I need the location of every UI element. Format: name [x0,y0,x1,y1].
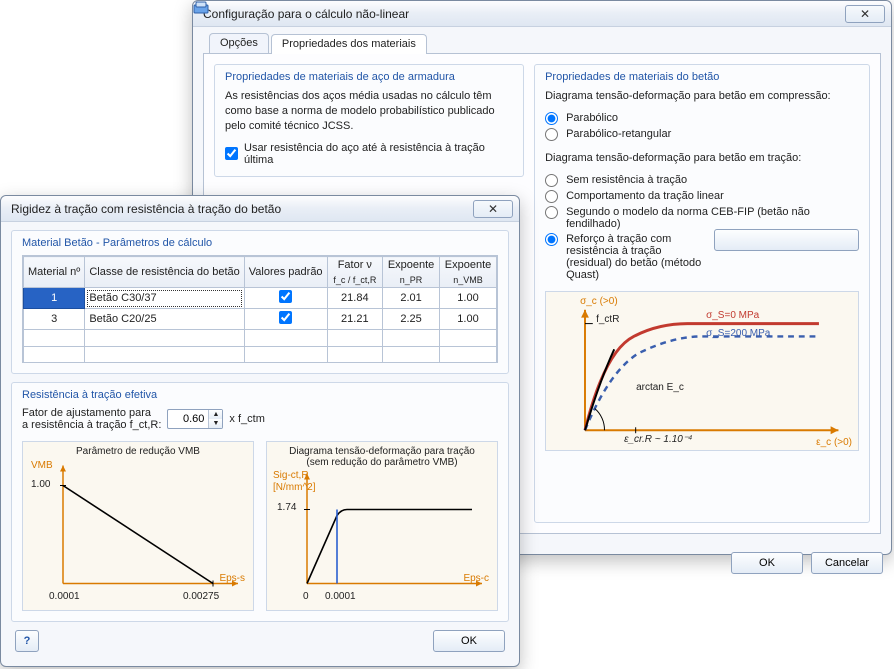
table-row[interactable]: 1 Betão C30/37 21.84 2.01 1.00 [24,288,497,309]
sigctr-ymax: 1.74 [277,502,296,513]
titlebar-main[interactable]: Configuração para o cálculo não-linear ✕ [193,1,891,27]
params-group: Material Betão - Parâmetros de cálculo M… [11,230,509,374]
spinner-up-icon[interactable]: ▲ [209,410,222,419]
sub-dialog: Rigidez à tração com resistência à traçã… [0,195,520,667]
main-title: Configuração para o cálculo não-linear [203,7,845,21]
row0-default-checkbox[interactable] [279,290,292,303]
vmb-chart: Parâmetro de redução VMB VMB 1.00 Eps-s [22,441,254,611]
vmb-ylabel: VMB [31,460,53,471]
cancel-button[interactable]: Cancelar [811,552,883,574]
table-row[interactable]: 3 Betão C20/25 21.21 2.25 1.00 [24,309,497,330]
vmb-xmax: 0.00275 [183,591,219,602]
compression-opt-parabolic[interactable]: Parabólico [545,112,859,125]
concrete-group-title: Propriedades de materiais do betão [545,71,859,83]
sigctr-x0: 0 [303,591,309,602]
table-row[interactable] [24,347,497,363]
lbl-epsc: ε_c (>0) [816,437,852,448]
concrete-diagram: σ_c (>0) f_ctR σ_S=0 MPa σ_S=200 MPa arc… [545,291,859,451]
steel-note: As resistências dos aços média usadas no… [225,89,513,134]
tension-opt-quast[interactable]: Reforço à tração com resistência à traçã… [545,233,859,281]
steel-group-title: Propriedades de materiais de aço de arma… [225,71,513,83]
lbl-sigma-c: σ_c (>0) [580,296,618,307]
steel-ultimate-input[interactable] [225,147,238,160]
close-icon[interactable]: ✕ [845,5,885,23]
spinner-down-icon[interactable]: ▼ [209,419,222,428]
tension-opt-none[interactable]: Sem resistência à tração [545,174,859,187]
row1-default-checkbox[interactable] [279,311,292,324]
lbl-sigma0: σ_S=0 MPa [706,310,759,321]
compression-heading: Diagrama tensão-deformação para betão em… [545,89,859,104]
concrete-params-table[interactable]: Material nº Classe de resistência do bet… [23,256,497,363]
sigctr-chart: Diagrama tensão-deformação para tração (… [266,441,498,611]
steel-group: Propriedades de materiais de aço de arma… [214,64,524,177]
vmb-xlabel: Eps-s [219,573,245,584]
sub-ok-button[interactable]: OK [433,630,505,652]
table-row[interactable] [24,330,497,347]
sigctr-yl2: [N/mm^2] [273,482,315,493]
vmb-ymax: 1.00 [31,479,50,490]
lbl-arctan: arctan E_c [636,382,684,393]
lbl-fctR: f_ctR [596,314,619,325]
lbl-sigma200: σ_S=200 MPa [706,328,770,339]
sigctr-xmin: 0.0001 [325,591,356,602]
effective-group: Resistência à tração efetiva Fator de aj… [11,382,509,622]
factor-spinner[interactable]: ▲ ▼ [167,409,223,429]
sigctr-yl1: Sig-ct,R [273,470,309,481]
tension-opt-linear[interactable]: Comportamento da tração linear [545,190,859,203]
steel-ultimate-label: Usar resistência do aço até à resistênci… [244,142,513,166]
tension-opt-cebfip[interactable]: Segundo o modelo da norma CEB-FIP (betão… [545,206,859,230]
tab-materials[interactable]: Propriedades dos materiais [271,34,427,54]
lbl-epscrR: ε_cr.R ~ 1.10⁻⁴ [624,434,692,445]
help-icon[interactable]: ? [15,630,39,652]
vmb-xmin: 0.0001 [49,591,80,602]
effective-group-title: Resistência à tração efetiva [22,389,498,401]
titlebar-sub[interactable]: Rigidez à tração com resistência à traçã… [1,196,519,222]
sub-title: Rigidez à tração com resistência à traçã… [11,202,473,216]
steel-ultimate-checkbox[interactable]: Usar resistência do aço até à resistênci… [225,142,513,166]
sigctr-xlabel: Eps-c [463,573,489,584]
factor-suffix: x f_ctm [229,413,264,425]
tab-strip: Opções Propriedades dos materiais [203,33,881,54]
adjustment-factor-row: Fator de ajustamento para a resistência … [22,407,498,431]
tab-options[interactable]: Opções [209,33,269,53]
close-icon[interactable]: ✕ [473,200,513,218]
tension-heading: Diagrama tensão-deformação para betão em… [545,151,859,166]
params-group-title: Material Betão - Parâmetros de cálculo [22,237,498,249]
compression-opt-parabolic-rect[interactable]: Parabólico-retangular [545,128,859,141]
ok-button[interactable]: OK [731,552,803,574]
factor-input[interactable] [168,413,208,425]
open-details-icon[interactable] [714,229,859,251]
concrete-group: Propriedades de materiais do betão Diagr… [534,64,870,523]
